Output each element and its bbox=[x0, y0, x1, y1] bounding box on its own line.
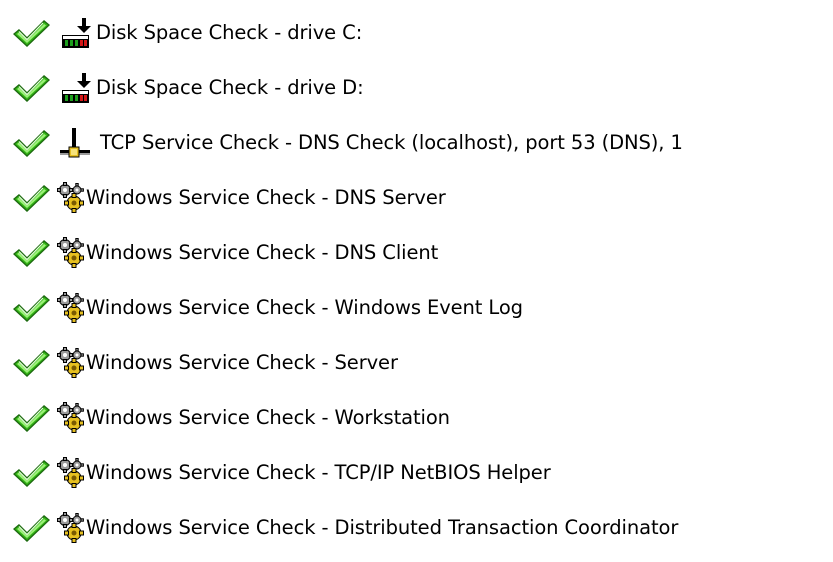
green-checkmark-icon bbox=[10, 346, 52, 380]
check-label: Disk Space Check - drive D: bbox=[96, 75, 364, 99]
check-label: Windows Service Check - DNS Server bbox=[86, 185, 446, 209]
check-row-tcp-dns[interactable]: TCP Service Check - DNS Check (localhost… bbox=[10, 115, 833, 170]
windows-service-gears-icon bbox=[56, 181, 86, 215]
green-checkmark-icon bbox=[10, 511, 52, 545]
windows-service-gears-icon bbox=[56, 401, 86, 435]
green-checkmark-icon bbox=[10, 126, 52, 160]
check-label: Windows Service Check - DNS Client bbox=[86, 240, 439, 264]
check-row-service-workstation[interactable]: Windows Service Check - Workstation bbox=[10, 390, 833, 445]
check-row-service-event-log[interactable]: Windows Service Check - Windows Event Lo… bbox=[10, 280, 833, 335]
network-connection-icon bbox=[58, 126, 96, 160]
check-row-disk-c[interactable]: Disk Space Check - drive C: bbox=[10, 5, 833, 60]
check-label: Windows Service Check - Windows Event Lo… bbox=[86, 295, 523, 319]
green-checkmark-icon bbox=[10, 16, 52, 50]
check-row-service-dns-server[interactable]: Windows Service Check - DNS Server bbox=[10, 170, 833, 225]
check-label: Disk Space Check - drive C: bbox=[96, 20, 363, 44]
check-row-service-server[interactable]: Windows Service Check - Server bbox=[10, 335, 833, 390]
green-checkmark-icon bbox=[10, 291, 52, 325]
check-label: Windows Service Check - Distributed Tran… bbox=[86, 515, 679, 539]
windows-service-gears-icon bbox=[56, 291, 86, 325]
disk-space-icon bbox=[58, 71, 96, 105]
windows-service-gears-icon bbox=[56, 236, 86, 270]
check-row-service-dtc[interactable]: Windows Service Check - Distributed Tran… bbox=[10, 500, 833, 555]
disk-space-icon bbox=[58, 16, 96, 50]
check-row-service-dns-client[interactable]: Windows Service Check - DNS Client bbox=[10, 225, 833, 280]
check-row-disk-d[interactable]: Disk Space Check - drive D: bbox=[10, 60, 833, 115]
check-label: TCP Service Check - DNS Check (localhost… bbox=[100, 130, 683, 154]
check-row-service-netbios[interactable]: Windows Service Check - TCP/IP NetBIOS H… bbox=[10, 445, 833, 500]
green-checkmark-icon bbox=[10, 401, 52, 435]
check-label: Windows Service Check - Server bbox=[86, 350, 398, 374]
windows-service-gears-icon bbox=[56, 346, 86, 380]
green-checkmark-icon bbox=[10, 456, 52, 490]
windows-service-gears-icon bbox=[56, 456, 86, 490]
windows-service-gears-icon bbox=[56, 511, 86, 545]
green-checkmark-icon bbox=[10, 71, 52, 105]
check-label: Windows Service Check - TCP/IP NetBIOS H… bbox=[86, 460, 551, 484]
check-label: Windows Service Check - Workstation bbox=[86, 405, 450, 429]
check-status-list: Disk Space Check - drive C: Disk Space C… bbox=[10, 5, 833, 555]
green-checkmark-icon bbox=[10, 236, 52, 270]
green-checkmark-icon bbox=[10, 181, 52, 215]
